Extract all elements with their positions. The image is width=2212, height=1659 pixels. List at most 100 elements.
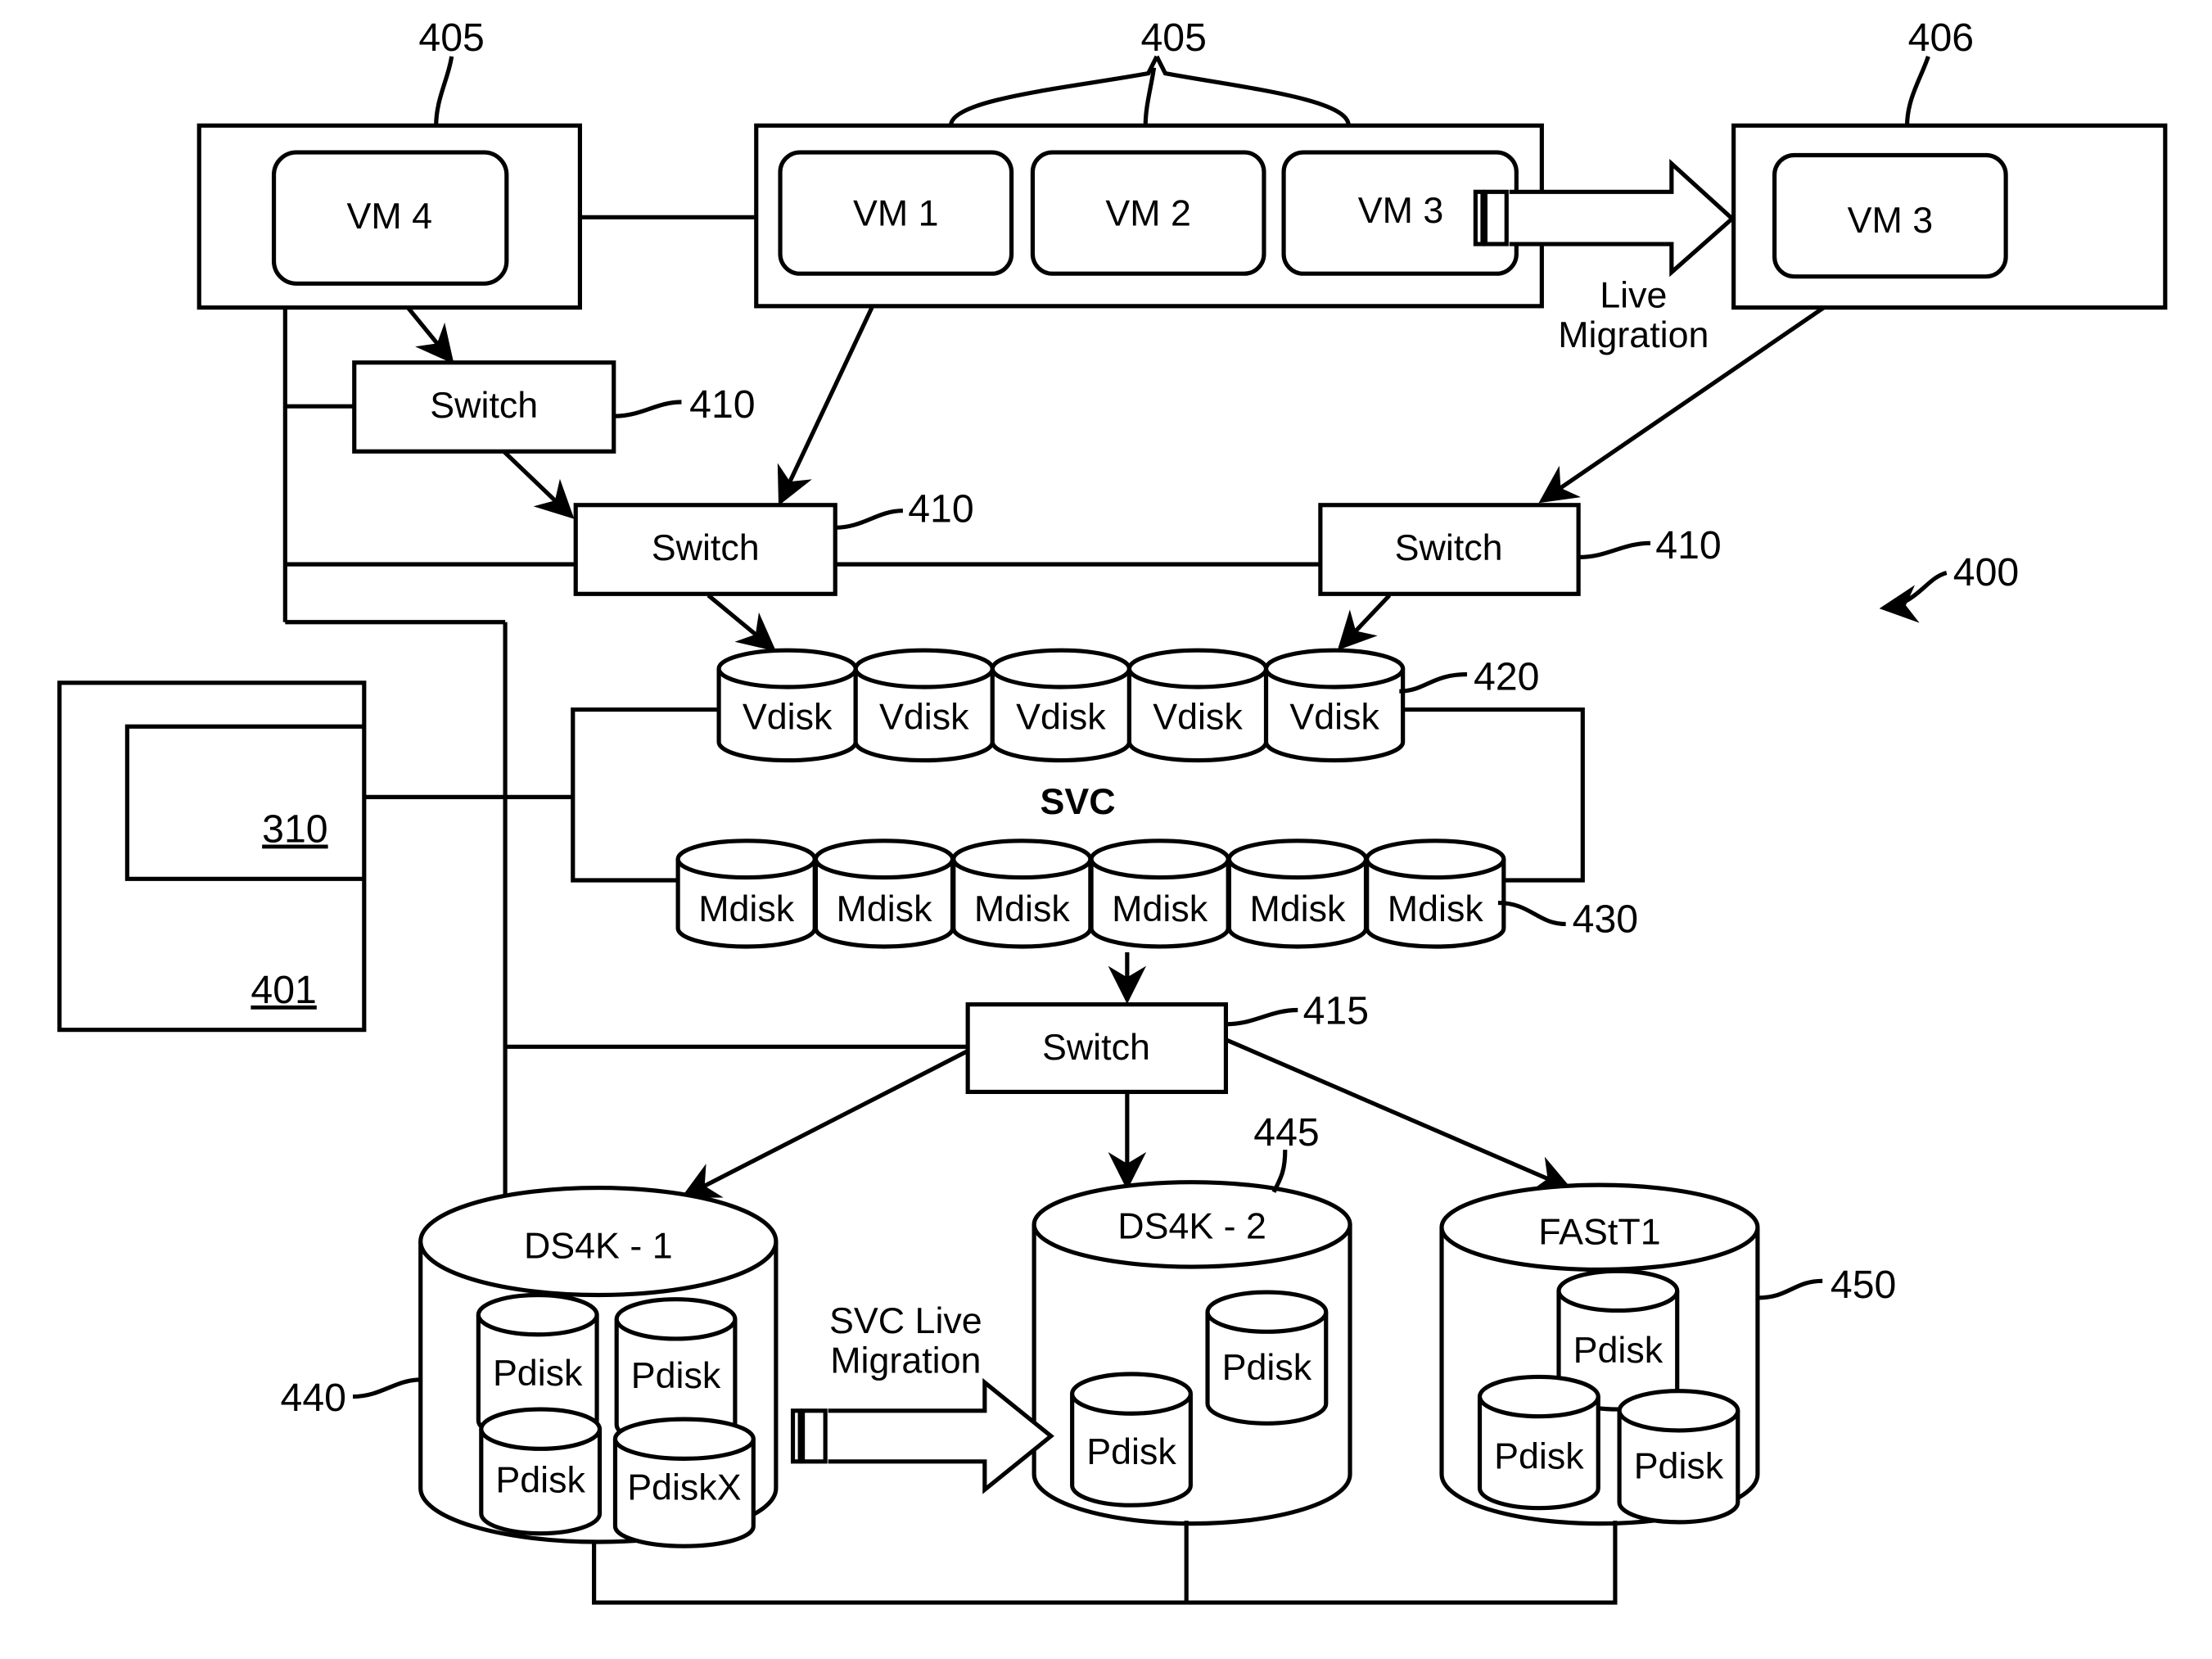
migration-tail-bar-1 xyxy=(1473,189,1485,246)
pdisk[interactable]: Pdisk xyxy=(479,1407,603,1536)
vdisk-top xyxy=(716,648,858,689)
switch-label: Switch xyxy=(652,527,760,568)
vdisk-label: Vdisk xyxy=(1289,697,1379,738)
storage-arrays: DS4K - 1 Pdisk Pdisk Pdisk PdiskX 440 DS4K - 2… xyxy=(281,1110,1896,1548)
left-host: VM 4 405 xyxy=(196,16,582,310)
live-migration-label-line2: Migration xyxy=(1558,314,1709,355)
mdisk[interactable]: Mdisk xyxy=(813,839,955,949)
mdisk-label: Mdisk xyxy=(974,888,1071,929)
right-host: VM 3 406 xyxy=(1731,16,2168,310)
controller-401-label: 401 xyxy=(251,968,316,1012)
pdisk-label: Pdisk xyxy=(1086,1431,1176,1472)
pdisk-top xyxy=(1617,1389,1740,1433)
pdisk-label: Pdisk xyxy=(1494,1435,1584,1476)
controller-box[interactable] xyxy=(57,680,367,1033)
pdisk-x[interactable]: PdiskX xyxy=(612,1417,756,1548)
vm4-to-switch-arrow xyxy=(406,305,454,364)
switch-leader xyxy=(1578,540,1651,560)
svc-migration-tail-bar-1 xyxy=(790,1408,802,1464)
mdisk-top xyxy=(1365,839,1506,880)
svc-migration-label-line2: Migration xyxy=(830,1340,981,1381)
vdisk-label: Vdisk xyxy=(1153,697,1243,738)
array-leader xyxy=(1757,1278,1823,1300)
vdisk[interactable]: Vdisk xyxy=(716,648,858,763)
svc-label: SVC xyxy=(1041,781,1116,822)
switch-415: Switch 415 xyxy=(680,952,1573,1199)
array-ref: 450 xyxy=(1831,1263,1896,1307)
mdisk-top xyxy=(951,839,1093,880)
switch-b-to-vdisk-arrow xyxy=(706,594,777,652)
mdisk[interactable]: Mdisk xyxy=(675,839,817,949)
switch-ref: 410 xyxy=(1655,523,1721,567)
vm-1-label: VM 1 xyxy=(853,193,939,234)
pdisk-label: Pdisk xyxy=(1573,1330,1664,1371)
mdisk[interactable]: Mdisk xyxy=(1365,839,1506,949)
array-label: DS4K - 1 xyxy=(524,1226,673,1267)
mdisk-label: Mdisk xyxy=(837,888,933,929)
pdisk-top xyxy=(479,1407,603,1451)
pdisk-top xyxy=(1556,1268,1680,1313)
live-migration-label-line1: Live xyxy=(1600,275,1667,316)
vdisk[interactable]: Vdisk xyxy=(853,648,995,763)
mdisk-leader xyxy=(1497,901,1566,927)
switch-ref: 410 xyxy=(908,486,973,531)
vdisk-label: Vdisk xyxy=(743,697,833,738)
vdisk[interactable]: Vdisk xyxy=(1263,648,1406,763)
switch-ref: 410 xyxy=(689,382,755,427)
left-host-ref: 405 xyxy=(418,16,484,60)
storage-virtualization-diagram: VM 4 405 VM 1 VM 2 VM 3 405 Live Migrati… xyxy=(57,16,2168,1605)
svc-migration-arrow-shape xyxy=(828,1377,1054,1494)
vdisk-label: Vdisk xyxy=(1016,697,1106,738)
pdisk-top xyxy=(1205,1290,1329,1334)
switch-label: Switch xyxy=(1042,1027,1150,1068)
pdisk-top xyxy=(614,1297,738,1341)
mdisk-ref: 430 xyxy=(1573,897,1638,942)
vm-3-source-label: VM 3 xyxy=(1358,190,1444,231)
vdisk-group: Vdisk Vdisk Vdisk Vdisk Vdisk xyxy=(716,648,1406,763)
vdisk[interactable]: Vdisk xyxy=(990,648,1132,763)
right-host-leader xyxy=(1904,56,1930,126)
pdisk[interactable]: Pdisk xyxy=(1070,1372,1193,1508)
pdisk-label: Pdisk xyxy=(1634,1445,1724,1486)
array-label: DS4K - 2 xyxy=(1117,1206,1266,1247)
mdisk[interactable]: Mdisk xyxy=(1089,839,1230,949)
vdisk-label: Vdisk xyxy=(879,697,969,738)
array-label: FAStT1 xyxy=(1538,1211,1660,1252)
pdisk[interactable]: Pdisk xyxy=(1205,1290,1329,1426)
pdisk-label: Pdisk xyxy=(493,1353,583,1394)
pdisk-top xyxy=(476,1292,599,1337)
left-host-leader xyxy=(434,56,454,126)
mdisk[interactable]: Mdisk xyxy=(1226,839,1369,949)
mdisk-top xyxy=(675,839,817,880)
migration-tail-bar-2 xyxy=(1483,189,1509,246)
component-310-label: 310 xyxy=(262,807,327,852)
mdisk-top xyxy=(1089,839,1230,880)
mdisk[interactable]: Mdisk xyxy=(951,839,1093,949)
pdisk[interactable]: Pdisk xyxy=(1617,1389,1740,1525)
controller-401: 310 401 xyxy=(57,680,367,1033)
vdisk-top xyxy=(990,648,1132,689)
ds4k-1-array[interactable]: DS4K - 1 Pdisk Pdisk Pdisk PdiskX 440 xyxy=(281,1186,779,1548)
switch-to-ds4k1-arrow xyxy=(680,1049,969,1199)
switch-a-to-b-arrow xyxy=(502,450,575,519)
pdisk[interactable]: Pdisk xyxy=(1477,1374,1600,1511)
pdisk-label: Pdisk xyxy=(631,1355,721,1396)
ds4k-2-array[interactable]: DS4K - 2 Pdisk Pdisk 445 xyxy=(1032,1110,1352,1526)
switch-ref: 415 xyxy=(1303,989,1369,1033)
array-ref: 445 xyxy=(1253,1110,1319,1155)
vdisk-ref: 420 xyxy=(1474,654,1539,698)
switch-label: Switch xyxy=(1395,527,1503,568)
vdisk[interactable]: Vdisk xyxy=(1126,648,1269,763)
vm-2-label: VM 2 xyxy=(1105,193,1191,234)
fastt1-array[interactable]: FAStT1 Pdisk Pdisk Pdisk 450 xyxy=(1439,1182,1896,1526)
array-leader xyxy=(1271,1150,1288,1193)
mdisk-label: Mdisk xyxy=(1112,888,1208,929)
right-host-ref: 406 xyxy=(1908,16,1974,60)
vdisk-top xyxy=(1263,648,1406,689)
mdisk-top xyxy=(1226,839,1369,880)
vm-4-label: VM 4 xyxy=(347,196,433,237)
mdisk-label: Mdisk xyxy=(698,888,795,929)
switch-leader xyxy=(613,400,682,418)
mdisk-top xyxy=(813,839,955,880)
figure-ref-arrow xyxy=(1879,570,1948,623)
